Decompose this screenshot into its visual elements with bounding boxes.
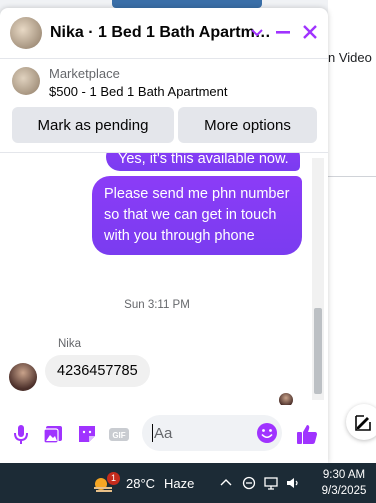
- clock-date: 9/3/2025: [321, 485, 367, 497]
- more-options-button[interactable]: More options: [178, 107, 317, 143]
- chat-title[interactable]: Nika · 1 Bed 1 Bath Apartm…: [50, 24, 271, 42]
- listing-source: Marketplace: [49, 66, 120, 81]
- copilot-icon[interactable]: [241, 475, 257, 491]
- marketplace-listing[interactable]: Marketplace $500 - 1 Bed 1 Bath Apartmen…: [0, 59, 328, 153]
- scrollbar[interactable]: [312, 158, 324, 400]
- background-tab-strip: [112, 0, 262, 8]
- background-divider: [328, 176, 376, 177]
- minimize-icon[interactable]: [273, 22, 293, 42]
- weather-condition[interactable]: Haze: [164, 476, 194, 491]
- chat-window: Nika · 1 Bed 1 Bath Apartm… Marketplace …: [0, 8, 328, 463]
- like-icon[interactable]: [295, 422, 319, 446]
- network-icon[interactable]: [263, 475, 279, 491]
- sender-name: Nika: [58, 338, 82, 350]
- weather-notification-badge: 1: [107, 472, 120, 485]
- svg-text:GIF: GIF: [112, 431, 125, 440]
- sender-avatar[interactable]: [9, 363, 37, 391]
- emoji-icon[interactable]: [256, 422, 278, 444]
- message-composer: GIF Aa: [0, 406, 328, 463]
- message-input[interactable]: Aa: [142, 415, 282, 451]
- temperature[interactable]: 28°C: [126, 476, 155, 491]
- scrollbar-thumb[interactable]: [314, 308, 322, 394]
- close-icon[interactable]: [300, 22, 320, 42]
- message-input-placeholder: Aa: [154, 425, 173, 442]
- avatar[interactable]: [10, 17, 42, 49]
- new-message-button[interactable]: [346, 404, 376, 440]
- message-list[interactable]: Yes, it's this available now. Please sen…: [0, 153, 328, 405]
- outgoing-message[interactable]: Please send me phn number so that we can…: [92, 176, 302, 255]
- chat-header[interactable]: Nika · 1 Bed 1 Bath Apartm…: [0, 8, 328, 59]
- background-right-panel: [328, 0, 376, 463]
- outgoing-message-text: Yes, it's this available now.: [118, 153, 289, 167]
- mark-as-pending-button[interactable]: Mark as pending: [12, 107, 174, 143]
- volume-icon[interactable]: [285, 475, 301, 491]
- chevron-up-icon[interactable]: [218, 475, 234, 491]
- background-video-label: n Video: [328, 50, 372, 65]
- microphone-icon[interactable]: [10, 423, 32, 445]
- listing-title[interactable]: $500 - 1 Bed 1 Bath Apartment: [49, 84, 228, 99]
- text-caret: [152, 424, 153, 442]
- outgoing-message[interactable]: Yes, it's this available now.: [106, 153, 300, 171]
- clock-time: 9:30 AM: [322, 469, 366, 481]
- photo-icon[interactable]: [42, 423, 64, 445]
- sticker-icon[interactable]: [76, 423, 98, 445]
- listing-thumbnail[interactable]: [12, 67, 40, 95]
- incoming-message[interactable]: 4236457785: [45, 355, 150, 387]
- system-clock[interactable]: 9:30 AM 9/3/2025: [315, 467, 373, 499]
- chevron-down-icon[interactable]: [250, 22, 264, 42]
- message-timestamp: Sun 3:11 PM: [124, 299, 190, 311]
- compose-icon: [355, 415, 371, 431]
- gif-icon[interactable]: GIF: [108, 423, 130, 445]
- seen-indicator-avatar: [279, 393, 293, 405]
- taskbar: 1 28°C Haze 9:30 AM 9/3/2025: [0, 463, 376, 503]
